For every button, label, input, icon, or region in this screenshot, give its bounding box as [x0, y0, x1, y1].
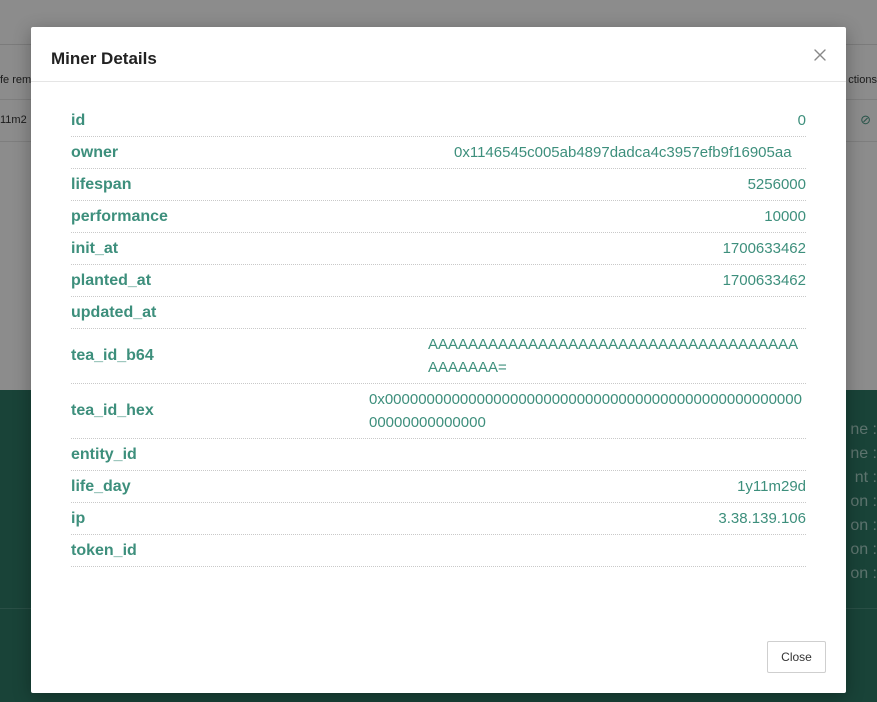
detail-value: 10000: [764, 208, 806, 225]
detail-row-lifespan: lifespan 5256000: [71, 169, 806, 201]
detail-row-tea-id-hex: tea_id_hex 0x0000000000000000000000000000…: [71, 384, 806, 439]
detail-row-tea-id-b64: tea_id_b64 AAAAAAAAAAAAAAAAAAAAAAAAAAAAAA…: [71, 329, 806, 384]
detail-key: updated_at: [71, 303, 157, 321]
detail-row-token-id: token_id: [71, 535, 806, 567]
detail-row-planted-at: planted_at 1700633462: [71, 265, 806, 297]
modal-title: Miner Details: [51, 49, 157, 68]
detail-key: ip: [71, 509, 86, 527]
detail-row-updated-at: updated_at: [71, 297, 806, 329]
detail-key: owner: [71, 143, 119, 161]
detail-value: 1700633462: [722, 240, 806, 257]
detail-key: init_at: [71, 239, 119, 257]
detail-key: entity_id: [71, 445, 137, 463]
close-button[interactable]: Close: [767, 641, 826, 673]
modal-header: Miner Details: [31, 27, 846, 82]
close-icon[interactable]: [812, 47, 828, 63]
detail-row-init-at: init_at 1700633462: [71, 233, 806, 265]
detail-row-owner: owner 0x1146545c005ab4897dadca4c3957efb9f…: [71, 137, 806, 169]
detail-value: 0x1146545c005ab4897dadca4c3957efb9f16905…: [454, 144, 792, 161]
detail-key: tea_id_b64: [71, 347, 154, 364]
miner-details-modal: Miner Details id 0 owner 0x1146545c005ab489…: [31, 27, 846, 693]
detail-row-performance: performance 10000: [71, 201, 806, 233]
detail-key: token_id: [71, 541, 137, 559]
detail-key: performance: [71, 207, 168, 225]
detail-row-entity-id: entity_id: [71, 439, 806, 471]
detail-row-id: id 0: [71, 105, 806, 137]
detail-key: planted_at: [71, 271, 152, 289]
detail-key: tea_id_hex: [71, 402, 154, 419]
detail-value: 5256000: [747, 176, 806, 193]
detail-value: 0: [797, 112, 806, 129]
detail-value: AAAAAAAAAAAAAAAAAAAAAAAAAAAAAAAAAAAAAAAA…: [428, 336, 799, 376]
detail-row-ip: ip 3.38.139.106: [71, 503, 806, 535]
details-list: id 0 owner 0x1146545c005ab4897dadca4c3957ef…: [71, 105, 806, 567]
detail-key: lifespan: [71, 175, 132, 193]
detail-row-life-day: life_day 1y11m29d: [71, 471, 806, 503]
detail-key: life_day: [71, 477, 131, 495]
detail-value: 0x00000000000000000000000000000000000000…: [369, 391, 802, 431]
detail-value: 1y11m29d: [737, 478, 806, 495]
detail-value: 1700633462: [722, 272, 806, 289]
detail-value: 3.38.139.106: [718, 510, 806, 527]
detail-key: id: [71, 111, 86, 129]
